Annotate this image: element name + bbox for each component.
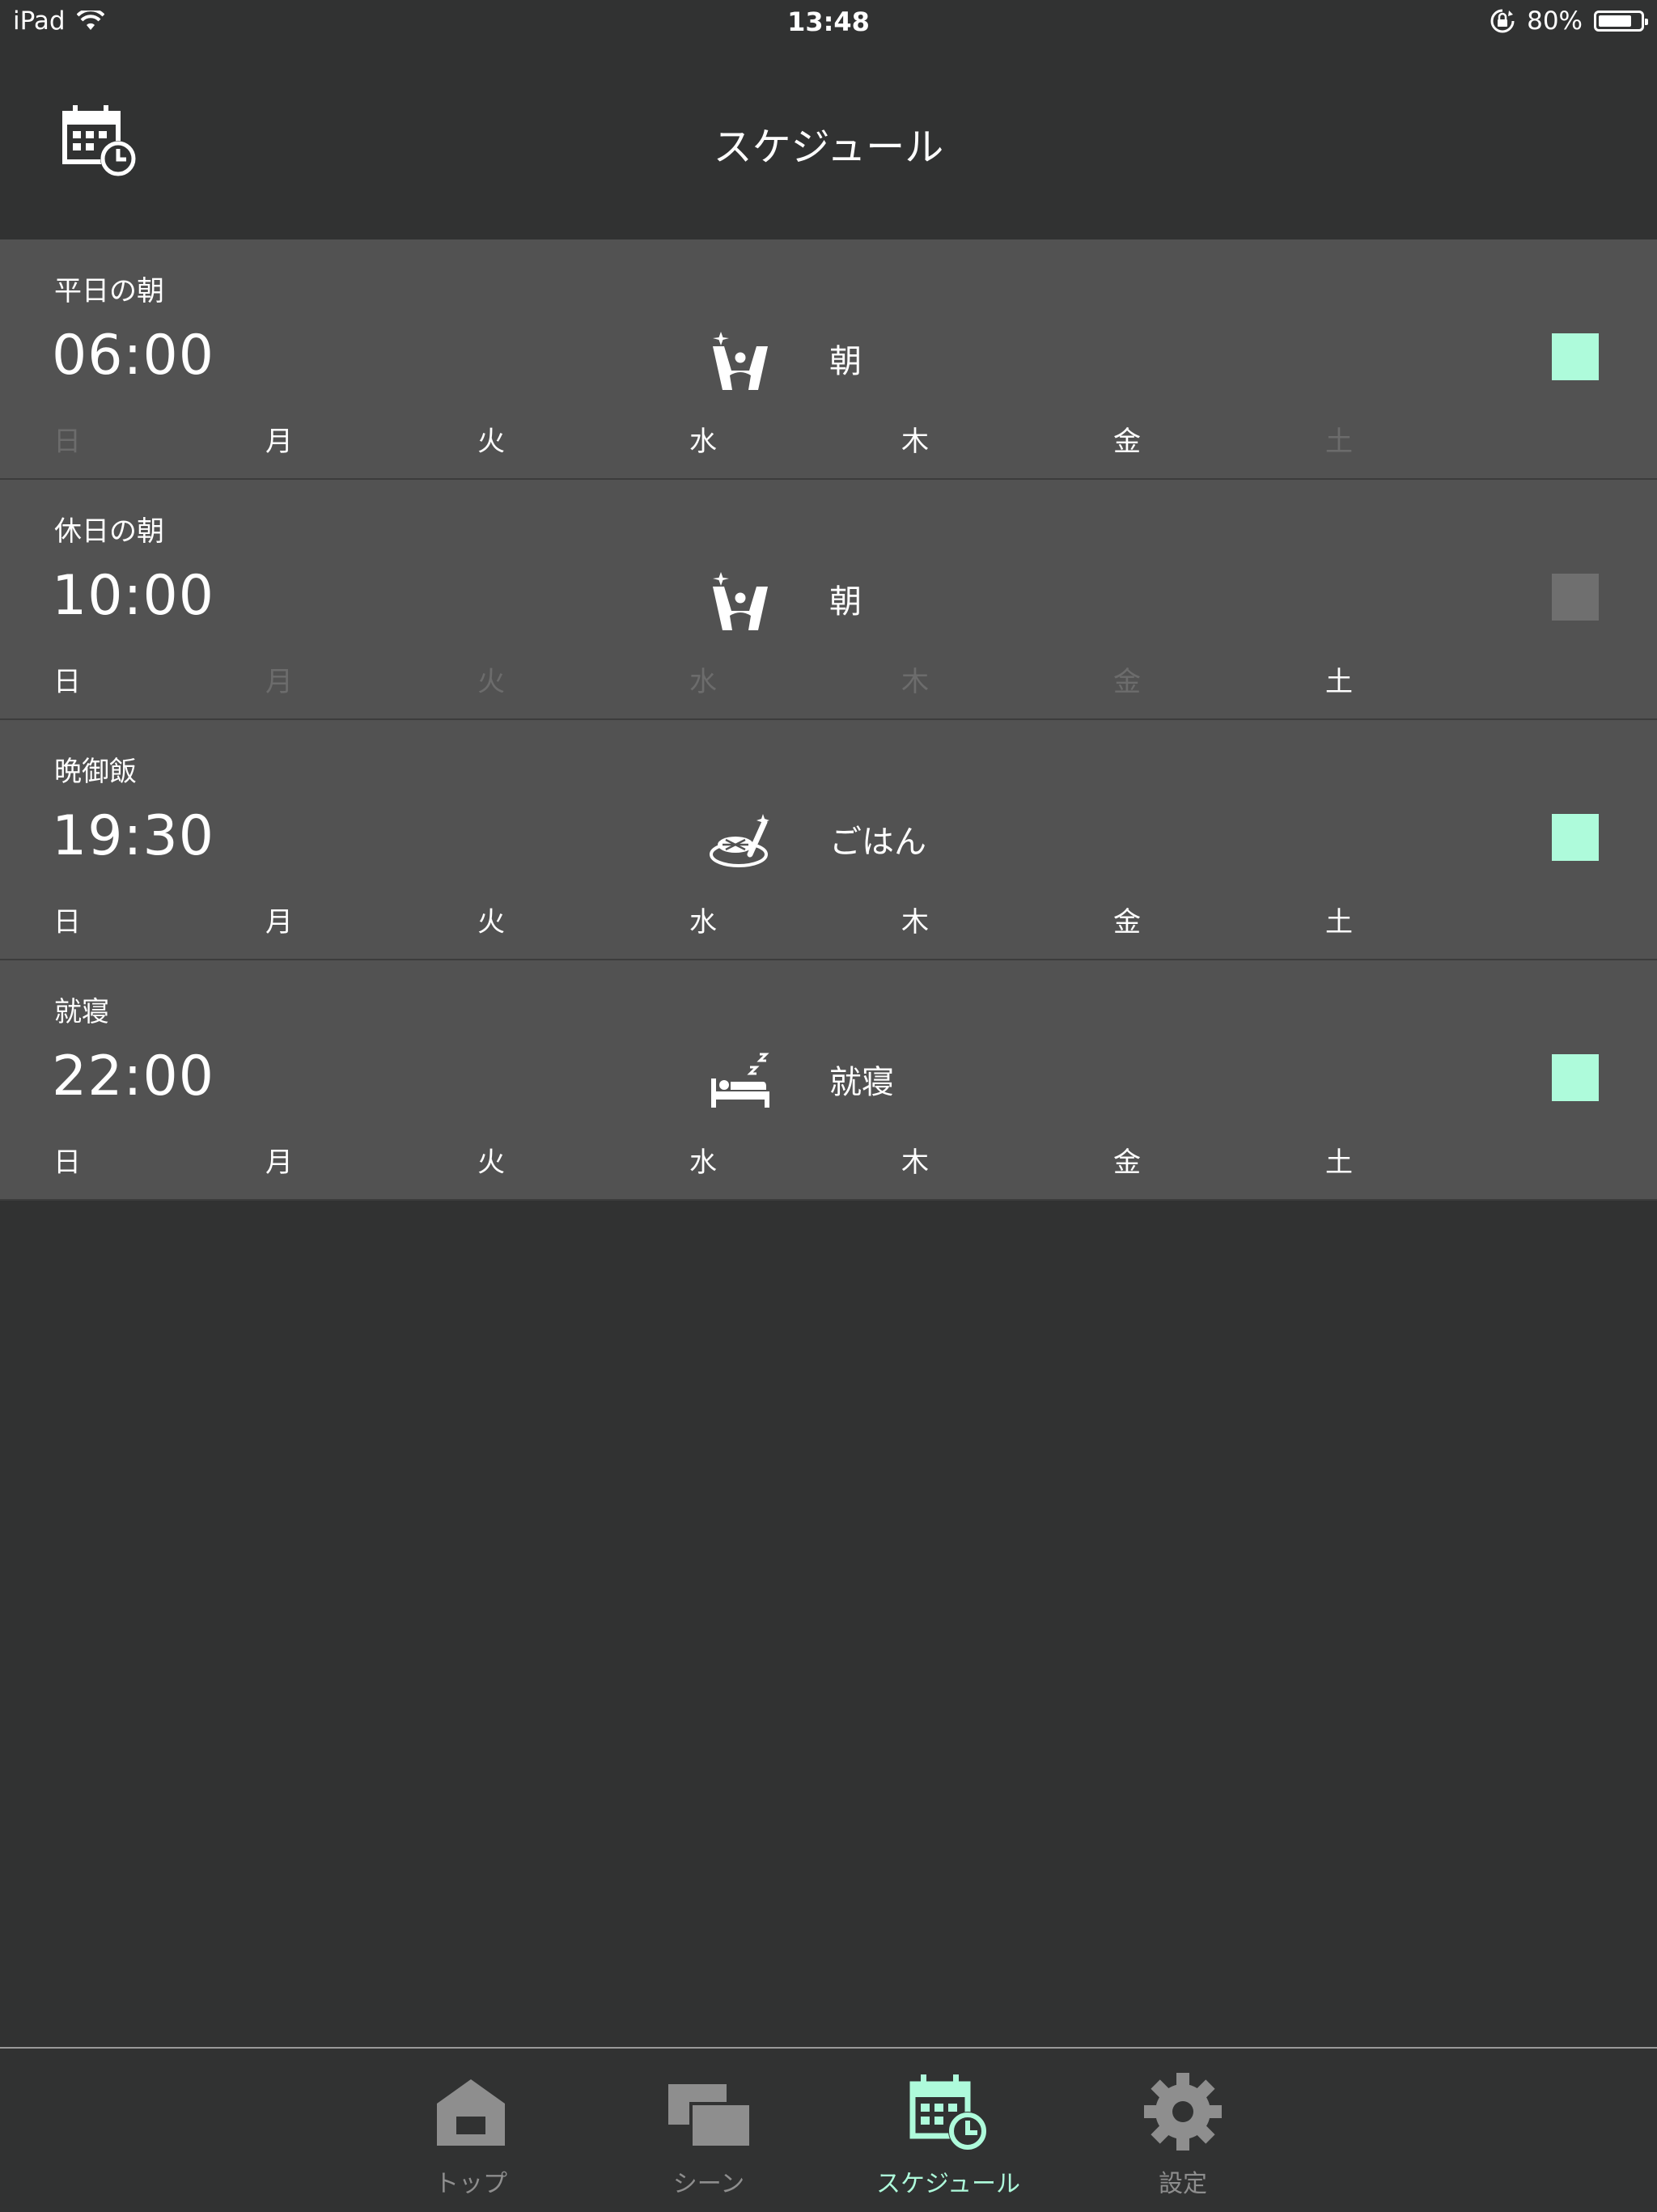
tab-label: 設定 [1159, 2170, 1207, 2198]
weekday-indicator: 金 [1113, 426, 1141, 458]
weekday-indicator: 日 [53, 906, 81, 939]
schedule-time: 19:30 [52, 804, 214, 868]
schedule-row[interactable]: 就寝 22:00 就寝日 月 火 水 木 金 土 [0, 960, 1657, 1201]
schedule-name: 平日の朝 [54, 275, 164, 307]
schedule-row[interactable]: 平日の朝 06:00 朝日 月 火 水 木 金 土 [0, 239, 1657, 480]
schedule-enable-toggle[interactable] [1552, 574, 1599, 621]
weekday-indicator: 水 [689, 666, 717, 698]
weekday-indicator: 月 [265, 666, 293, 698]
weekday-indicator: 月 [265, 426, 293, 458]
scene-label: ごはん [829, 824, 926, 861]
gear-icon [1144, 2073, 1222, 2151]
weekday-indicator: 火 [477, 666, 505, 698]
weekday-indicator: 金 [1113, 906, 1141, 939]
sleep-bed-icon [708, 1049, 773, 1114]
weekday-indicator: 木 [901, 426, 929, 458]
page-title: スケジュール [713, 125, 944, 170]
weekday-indicator: 土 [1325, 906, 1353, 939]
calendar-clock-icon [909, 2074, 987, 2151]
schedule-time: 10:00 [52, 564, 214, 628]
schedule-time: 06:00 [52, 324, 214, 388]
tab-schedule[interactable]: スケジュール [867, 2049, 1029, 2212]
battery-fill [1599, 15, 1631, 27]
rotation-lock-icon [1490, 9, 1515, 33]
weekday-indicator: 水 [689, 906, 717, 939]
weekday-indicator: 土 [1325, 1146, 1353, 1179]
weekday-indicator: 日 [53, 426, 81, 458]
schedule-enable-toggle[interactable] [1552, 814, 1599, 861]
tab-label: トップ [434, 2170, 507, 2198]
battery-icon [1594, 11, 1648, 32]
weekday-indicator: 日 [53, 1146, 81, 1179]
schedule-row[interactable]: 晩御飯 19:30 ごはん日 月 火 水 木 金 土 [0, 720, 1657, 960]
schedule-enable-toggle[interactable] [1552, 1054, 1599, 1101]
weekday-indicator: 水 [689, 1146, 717, 1179]
weekday-indicator: 金 [1113, 1146, 1141, 1179]
schedule-name: 休日の朝 [54, 515, 164, 548]
weekday-indicator: 火 [477, 906, 505, 939]
schedule-time: 22:00 [52, 1045, 214, 1108]
tab-scenes[interactable]: シーン [628, 2049, 790, 2212]
schedule-row[interactable]: 休日の朝 10:00 朝日 月 火 水 木 金 土 [0, 480, 1657, 720]
header: スケジュール [0, 45, 1657, 239]
scene-label: 就寝 [829, 1064, 894, 1101]
morning-person-icon [708, 328, 773, 393]
weekday-indicator: 火 [477, 426, 505, 458]
status-bar: iPad 13:48 80% [0, 0, 1657, 45]
tab-label: シーン [672, 2170, 745, 2198]
schedule-name: 就寝 [54, 996, 109, 1028]
weekday-indicator: 土 [1325, 666, 1353, 698]
scenes-icon [668, 2084, 749, 2146]
schedule-enable-toggle[interactable] [1552, 333, 1599, 380]
weekday-indicator: 木 [901, 1146, 929, 1179]
schedule-list: 平日の朝 06:00 朝日月火水木金土休日の朝 10:00 朝日月火水木金土晩御飯 19:… [0, 239, 1657, 1201]
weekday-indicator: 木 [901, 666, 929, 698]
morning-person-icon [708, 569, 773, 634]
schedule-name: 晩御飯 [54, 756, 137, 788]
weekday-indicator: 日 [53, 666, 81, 698]
weekday-indicator: 水 [689, 426, 717, 458]
scene-label: 朝 [829, 343, 862, 380]
scene-label: 朝 [829, 583, 862, 621]
weekday-indicator: 月 [265, 906, 293, 939]
tab-label: スケジュール [876, 2170, 1020, 2198]
home-icon [437, 2079, 505, 2146]
battery-percent: 80% [1527, 6, 1583, 36]
weekday-indicator: 火 [477, 1146, 505, 1179]
tab-top[interactable]: トップ [390, 2049, 552, 2212]
status-time: 13:48 [787, 6, 870, 37]
weekday-indicator: 金 [1113, 666, 1141, 698]
weekday-indicator: 土 [1325, 426, 1353, 458]
weekday-indicator: 木 [901, 906, 929, 939]
meal-icon [708, 809, 773, 874]
tab-settings[interactable]: 設定 [1102, 2049, 1264, 2212]
status-right: 80% [1490, 6, 1648, 36]
tab-bar: トップ シーン スケジュール 設定 [0, 2047, 1657, 2210]
weekday-indicator: 月 [265, 1146, 293, 1179]
